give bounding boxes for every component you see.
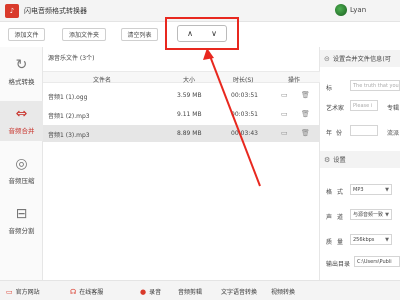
sidebar-item-label: 音频分割: [8, 227, 35, 235]
delete-icon[interactable]: 🗑: [301, 110, 310, 118]
add-file-button[interactable]: 添加文件: [8, 28, 45, 41]
file-size: 8.89 MB: [177, 130, 202, 137]
quality-label-2: 量: [337, 239, 344, 246]
year-label: 年: [326, 130, 333, 137]
file-list-title: 源音乐文件 (3个): [48, 55, 95, 62]
channel-select[interactable]: 与源音频一致 ▼: [350, 209, 392, 220]
info-panel-header: ⊝ 设置合并文件信息(可: [320, 50, 400, 67]
app-logo-icon: ♪: [5, 3, 19, 18]
online-support-link[interactable]: ☊ 在线客服: [70, 287, 104, 297]
delete-icon[interactable]: 🗑: [301, 129, 310, 137]
genre-label: 流派: [387, 130, 400, 137]
file-name: 音频1 (3).mp3: [48, 132, 90, 139]
settings-side-panel: ⊝ 设置合并文件信息(可 标 The truth that you 艺术家 Pl…: [320, 47, 400, 280]
avatar[interactable]: [335, 4, 347, 16]
header-ops: 操作: [288, 77, 301, 84]
output-dir-label: 输出目录: [326, 261, 351, 268]
file-name: 音频1 (1).ogg: [48, 94, 88, 101]
gear-icon: ⚙: [324, 155, 331, 164]
app-title: 闪电音频格式转换器: [24, 6, 87, 15]
file-name: 音频1 (2).mp3: [48, 113, 90, 120]
header-size: 大小: [183, 77, 196, 84]
record-icon: ●: [140, 287, 147, 296]
title-label: 标: [326, 85, 333, 92]
file-list-panel: 源音乐文件 (3个) 文件名 大小 时长(S) 操作 音频1 (1).ogg 3…: [43, 47, 320, 280]
bottom-item-label: 录音: [149, 289, 162, 296]
channel-label-2: 道: [337, 214, 344, 221]
delete-icon[interactable]: 🗑: [301, 91, 310, 99]
album-label: 专辑: [387, 105, 400, 112]
sidebar-item-audio-compress[interactable]: ◎ 音频压缩: [0, 151, 43, 191]
file-size: 3.59 MB: [177, 92, 202, 99]
monitor-icon: ▭: [6, 287, 13, 296]
sidebar: ↻ 格式转换 ⇔ 音频合并 ◎ 音频压缩 ⊟ 音频分割: [0, 47, 43, 280]
file-duration: 00:03:51: [231, 92, 258, 99]
settings-panel-header: ⚙ 设置: [320, 151, 400, 168]
channel-value: 与源音频一致: [353, 212, 384, 218]
chevron-down-icon: ▼: [385, 211, 389, 218]
format-value: MP3: [353, 186, 364, 193]
sidebar-item-label: 格式转换: [8, 78, 35, 86]
bottom-bar: ▭ 官方网站 ☊ 在线客服 ● 录音 音频剪辑 文字语音转换 视频转换: [0, 280, 400, 300]
folder-icon[interactable]: ▭: [281, 91, 288, 99]
bottom-item-label: 文字语音转换: [221, 289, 258, 296]
year-input[interactable]: [350, 125, 378, 136]
merge-icon: ⇔: [15, 106, 28, 122]
audio-edit-link[interactable]: 音频剪辑: [178, 287, 202, 296]
sidebar-item-label: 音频压缩: [8, 177, 35, 185]
record-link[interactable]: ● 录音: [140, 287, 162, 297]
collapse-icon[interactable]: ⊝: [324, 55, 330, 63]
info-panel-title: 设置合并文件信息(可: [332, 56, 391, 63]
chevron-down-icon: ▼: [385, 236, 389, 243]
add-folder-button[interactable]: 添加文件夹: [62, 28, 106, 41]
table-row[interactable]: 音频1 (2).mp3 9.11 MB 00:03:51 ▭ 🗑: [43, 106, 320, 123]
file-list-header: 文件名 大小 时长(S) 操作: [43, 71, 320, 84]
file-size: 9.11 MB: [177, 111, 202, 118]
video-convert-link[interactable]: 视频转换: [271, 287, 295, 296]
file-duration: 00:03:43: [231, 130, 258, 137]
quality-select[interactable]: 256kbps ▼: [350, 234, 392, 245]
compress-icon: ◎: [15, 156, 28, 172]
sidebar-item-audio-merge[interactable]: ⇔ 音频合并: [0, 101, 43, 141]
artist-input[interactable]: Please i: [350, 100, 378, 111]
sidebar-item-format-convert[interactable]: ↻ 格式转换: [0, 52, 43, 92]
channel-label: 声: [326, 214, 333, 221]
artist-label: 艺术家: [326, 105, 345, 112]
headset-icon: ☊: [70, 287, 77, 296]
header-duration: 时长(S): [233, 77, 254, 84]
quality-value: 256kbps: [353, 236, 375, 243]
bottom-item-label: 在线客服: [79, 289, 104, 296]
format-select[interactable]: MP3 ▼: [350, 184, 392, 195]
folder-icon[interactable]: ▭: [281, 129, 288, 137]
bottom-item-label: 官方网站: [15, 289, 40, 296]
official-site-link[interactable]: ▭ 官方网站: [6, 287, 40, 297]
sidebar-item-label: 音频合并: [8, 127, 35, 135]
format-label: 格: [326, 189, 333, 196]
chevron-down-icon: ▼: [385, 186, 389, 193]
settings-panel-title: 设置: [333, 157, 346, 164]
text-to-speech-link[interactable]: 文字语音转换: [221, 287, 257, 296]
quality-label: 质: [326, 239, 333, 246]
convert-icon: ↻: [15, 57, 28, 73]
output-dir-input[interactable]: C:\Users\Publi: [354, 256, 400, 267]
annotation-highlight-box: [165, 17, 239, 50]
table-row[interactable]: 音频1 (3).mp3 8.89 MB 00:03:43 ▭ 🗑: [43, 125, 320, 142]
format-label-2: 式: [337, 189, 344, 196]
table-row[interactable]: 音频1 (1).ogg 3.59 MB 00:03:51 ▭ 🗑: [43, 87, 320, 104]
clear-list-button[interactable]: 清空列表: [121, 28, 158, 41]
file-duration: 00:03:51: [231, 111, 258, 118]
title-input[interactable]: The truth that you: [350, 80, 400, 91]
split-icon: ⊟: [15, 206, 28, 222]
bottom-item-label: 音频剪辑: [178, 289, 203, 296]
username[interactable]: Lyan: [350, 6, 366, 14]
folder-icon[interactable]: ▭: [281, 110, 288, 118]
year-label-2: 份: [336, 130, 343, 137]
bottom-item-label: 视频转换: [271, 289, 296, 296]
sidebar-item-audio-split[interactable]: ⊟ 音频分割: [0, 201, 43, 241]
header-name: 文件名: [93, 77, 112, 84]
